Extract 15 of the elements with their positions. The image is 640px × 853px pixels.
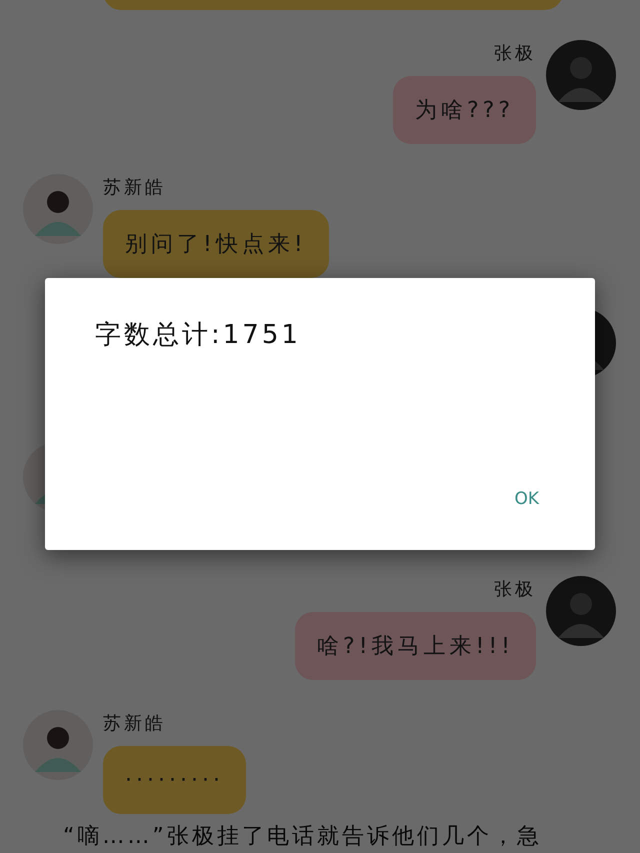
avatar-icon (23, 710, 93, 780)
sender-name: 张极 (494, 42, 536, 66)
message-bubble: ········· (103, 746, 246, 814)
story-text: “嘀……”张极挂了电话就告诉他们几个，急 (62, 824, 543, 850)
message-bubble: 别问了!快点来! (103, 210, 329, 278)
ok-button[interactable]: OK (502, 482, 551, 516)
avatar-icon (23, 174, 93, 244)
sender-name: 张极 (494, 578, 536, 602)
avatar-icon (546, 40, 616, 110)
message-bubble: 为啥??? (392, 76, 536, 144)
sender-name: 苏新皓 (103, 712, 166, 736)
dialog-message: 字数总计:1751 (95, 319, 302, 352)
avatar-icon (546, 576, 616, 646)
sender-name: 苏新皓 (103, 176, 166, 200)
message-bubble: 啥?!我马上来!!! (295, 612, 536, 680)
